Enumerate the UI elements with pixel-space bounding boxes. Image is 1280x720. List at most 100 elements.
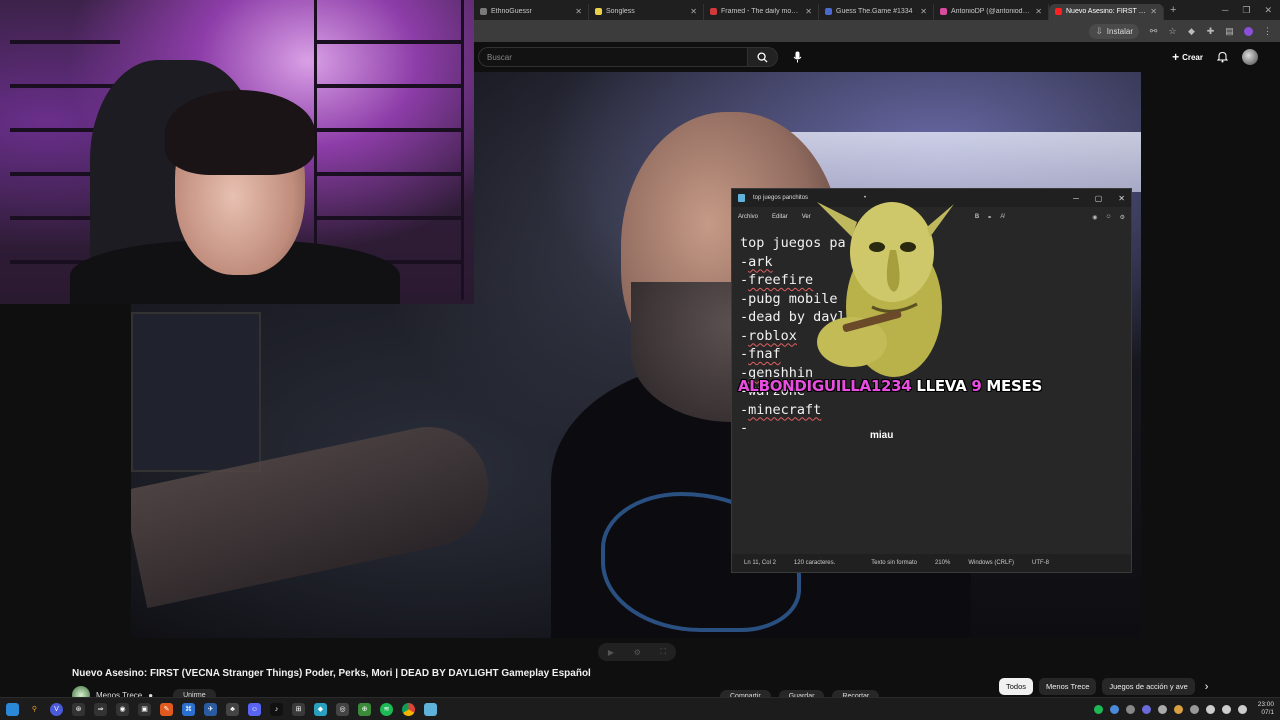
discord-icon[interactable]: ☺ (248, 702, 261, 716)
link-icon[interactable]: ⚭ (987, 214, 992, 221)
system-clock[interactable]: 23:00 07/1 (1258, 701, 1274, 717)
menu-item[interactable]: Editar (772, 214, 788, 220)
chrome-icon[interactable] (402, 702, 415, 716)
browser-tab[interactable]: EthnoGuessr ✕ (474, 3, 589, 20)
app-icon[interactable]: ♣ (226, 702, 239, 716)
youtube-header: Buscar + Crear (474, 42, 1280, 72)
sidebar-icon[interactable]: ▤ (1225, 26, 1234, 36)
close-icon[interactable]: ✕ (1264, 5, 1272, 16)
encoding[interactable]: UTF-8 (1032, 560, 1049, 566)
bold-icon[interactable]: B (975, 214, 979, 221)
profile-icon[interactable] (1244, 26, 1253, 36)
filter-chip[interactable]: Menos Trece (1039, 678, 1097, 695)
notepad-taskbar-icon[interactable] (424, 702, 437, 716)
tray-app-icon[interactable] (1109, 704, 1119, 714)
fullscreen-icon[interactable]: ⛶ (661, 647, 667, 657)
tray-app-icon[interactable] (1141, 704, 1151, 714)
filter-chip[interactable]: Todos (999, 678, 1034, 695)
browser-tab[interactable]: Songless ✕ (589, 3, 704, 20)
tray-app-icon[interactable] (1157, 704, 1167, 714)
browser-tab[interactable]: Nuevo Asesino: FIRST (VECNA ✕ (1049, 3, 1164, 20)
volume-icon[interactable] (1221, 704, 1231, 714)
extension-icon[interactable]: ◆ (1187, 26, 1196, 36)
tray-app-icon[interactable] (1189, 704, 1199, 714)
settings-gear-icon[interactable]: ⚙ (1120, 214, 1125, 221)
cursor-position: Ln 11, Col 2 (744, 560, 776, 566)
app-icon[interactable]: ✈ (204, 702, 217, 716)
tab-close-icon[interactable]: ✕ (920, 7, 927, 16)
windows-start-icon[interactable] (6, 702, 19, 716)
settings-icon[interactable]: ⚙ (634, 648, 641, 657)
app-icon[interactable]: ⊞ (292, 702, 305, 716)
bookmark-star-icon[interactable]: ☆ (1168, 26, 1177, 36)
menu-item[interactable]: Archivo (738, 214, 758, 220)
voice-search-button[interactable] (790, 50, 804, 64)
tab-favicon-icon (480, 8, 487, 15)
search-icon (757, 51, 768, 63)
text-line: - (740, 420, 749, 436)
install-button[interactable]: ⇩ Instalar (1088, 23, 1139, 39)
search-button[interactable] (748, 47, 778, 67)
notifications-bell-icon[interactable] (1217, 51, 1228, 63)
chevron-right-icon[interactable]: › (1205, 681, 1209, 693)
plus-icon: + (1172, 50, 1180, 64)
app-icon[interactable]: ⊕ (358, 702, 371, 716)
tab-favicon-icon (710, 8, 717, 15)
play-icon[interactable]: ▶ (608, 648, 614, 657)
tab-favicon-icon (940, 8, 947, 15)
new-tab-button[interactable]: + (1170, 4, 1176, 16)
search-input[interactable]: Buscar (478, 47, 748, 67)
menu-dots-icon[interactable]: ⋮ (1263, 26, 1272, 36)
tray-app-icon[interactable] (1173, 704, 1183, 714)
cast-icon[interactable]: ⚯ (1149, 26, 1158, 36)
notepad-statusbar: Ln 11, Col 2 120 caracteres. Texto sin f… (732, 554, 1131, 572)
vpn-icon[interactable]: V (50, 702, 63, 716)
app-icon[interactable]: ✎ (160, 702, 173, 716)
microphone-icon (793, 51, 801, 63)
clear-format-icon[interactable]: A̸ (1000, 214, 1004, 221)
app-icon[interactable]: ▣ (138, 702, 151, 716)
tab-title: Guess The.Game #1334 (836, 8, 913, 15)
video-mini-controls[interactable]: ▶ ⚙ ⛶ (598, 643, 676, 661)
windows-taskbar: ⚲ V ⊛ ⇒ ◉ ▣ ✎ ⌘ ✈ ♣ ☺ ♪ ⊞ ◆ ◎ ⊕ ≋ 23:00 … (0, 697, 1280, 720)
app-icon[interactable]: ◉ (116, 702, 129, 716)
app-icon[interactable]: ◎ (336, 702, 349, 716)
menu-item[interactable]: Ver (802, 214, 811, 220)
minimize-icon[interactable]: ─ (1222, 5, 1228, 16)
zoom-level[interactable]: 210% (935, 560, 950, 566)
restore-icon[interactable]: ❐ (1242, 5, 1250, 16)
tab-close-icon[interactable]: ✕ (805, 7, 812, 16)
goblin-alert-image (817, 202, 954, 377)
spotify-icon[interactable]: ≋ (380, 702, 393, 716)
close-icon[interactable]: ✕ (1118, 194, 1125, 203)
tab-favicon-icon (595, 8, 602, 15)
tray-app-icon[interactable] (1093, 704, 1103, 714)
search-icon[interactable]: ⚲ (28, 703, 41, 716)
browser-tab[interactable]: AntonioDP (@antoniodesanti ✕ (934, 3, 1049, 20)
app-icon[interactable]: ◆ (314, 702, 327, 716)
tray-app-icon[interactable] (1125, 704, 1135, 714)
browser-tab[interactable]: Guess The.Game #1334 ✕ (819, 3, 934, 20)
tab-close-icon[interactable]: ✕ (690, 7, 697, 16)
text-format[interactable]: Texto sin formato (871, 560, 917, 566)
battery-icon[interactable] (1237, 704, 1247, 714)
create-button[interactable]: + Crear (1172, 50, 1203, 64)
user-avatar[interactable] (1242, 49, 1258, 65)
browser-tab[interactable]: Framed - The daily movie gu ✕ (704, 3, 819, 20)
app-icon[interactable]: ⌘ (182, 702, 195, 716)
app-icon[interactable]: ⊛ (72, 702, 85, 716)
copilot-icon[interactable]: ◉ (1092, 214, 1097, 221)
filter-chip[interactable]: Juegos de acción y ave (1102, 678, 1195, 695)
wifi-icon[interactable] (1205, 704, 1215, 714)
tab-close-icon[interactable]: ✕ (1150, 7, 1157, 16)
tiktok-icon[interactable]: ♪ (270, 702, 283, 716)
browser-toolbar: ⇩ Instalar ⚯ ☆ ◆ ✚ ▤ ⋮ (474, 20, 1280, 42)
account-icon[interactable]: ☺ (1105, 214, 1111, 221)
app-icon[interactable]: ⇒ (94, 702, 107, 716)
tab-close-icon[interactable]: ✕ (575, 7, 582, 16)
puzzle-icon[interactable]: ✚ (1206, 26, 1215, 36)
line-ending[interactable]: Windows (CRLF) (968, 560, 1014, 566)
tab-close-icon[interactable]: ✕ (1035, 7, 1042, 16)
maximize-icon[interactable]: ▢ (1095, 194, 1103, 203)
minimize-icon[interactable]: ─ (1073, 194, 1079, 203)
